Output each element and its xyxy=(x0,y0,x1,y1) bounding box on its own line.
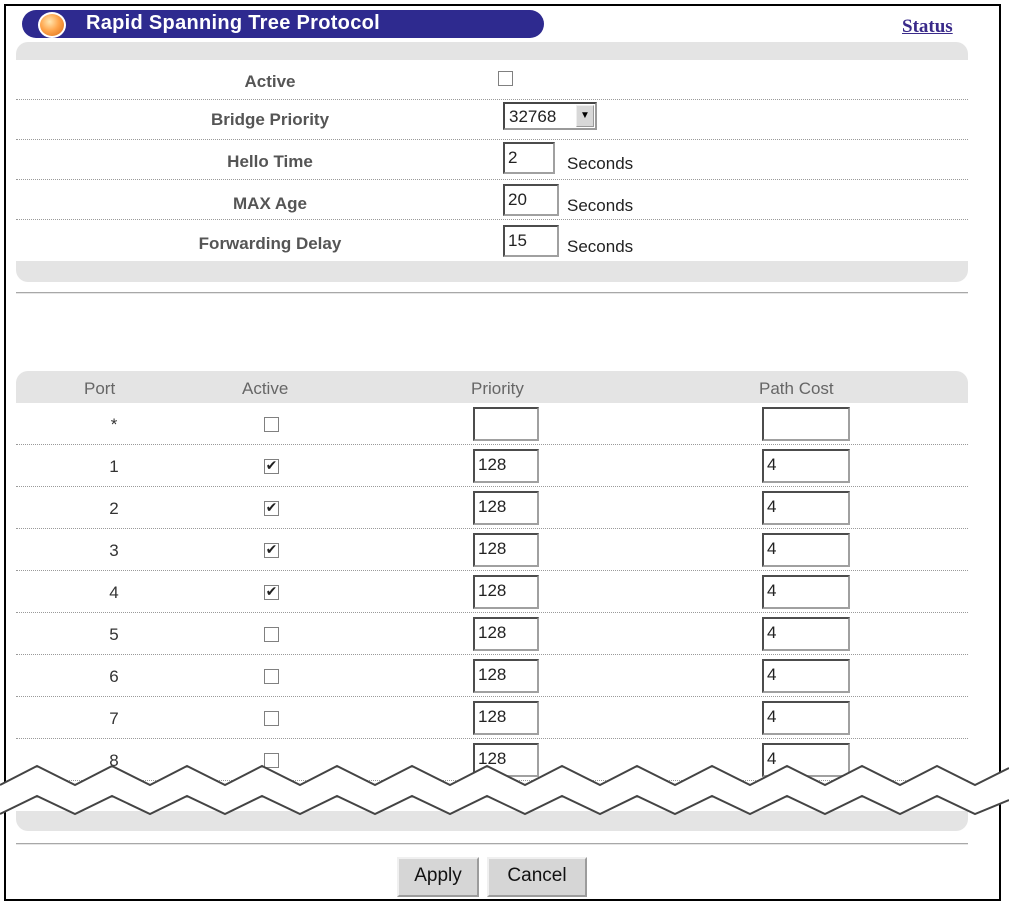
orange-ball-icon xyxy=(38,12,66,38)
port-priority-input[interactable]: 128 xyxy=(473,449,539,483)
bridge-priority-value: 32768 xyxy=(509,107,557,126)
port-number: 3 xyxy=(109,541,119,560)
dropdown-arrow-icon[interactable]: ▼ xyxy=(576,105,594,127)
port-active-checkbox[interactable] xyxy=(264,417,279,432)
port-number: 4 xyxy=(109,583,119,602)
forwarding-delay-label: Forwarding Delay xyxy=(198,234,342,253)
port-active-checkbox[interactable]: ✔ xyxy=(264,501,279,516)
port-path-cost-input[interactable]: 4 xyxy=(762,533,850,567)
table-row: 5 128 4 xyxy=(16,613,968,655)
settings-panel: Active Bridge Priority 32768 ▼ Hello Tim… xyxy=(16,42,968,282)
port-active-checkbox[interactable] xyxy=(264,627,279,642)
port-priority-input[interactable]: 128 xyxy=(473,491,539,525)
table-row: 7 128 4 xyxy=(16,697,968,739)
bridge-priority-label: Bridge Priority xyxy=(210,110,330,129)
page-title: Rapid Spanning Tree Protocol xyxy=(86,12,380,34)
max-age-label: MAX Age xyxy=(233,194,307,213)
settings-panel-body: Active Bridge Priority 32768 ▼ Hello Tim… xyxy=(16,60,968,261)
port-column-header: Port xyxy=(84,379,116,398)
status-link[interactable]: Status xyxy=(902,16,953,38)
priority-column-header: Priority xyxy=(471,379,524,398)
checkmark-icon: ✔ xyxy=(265,584,278,600)
port-path-cost-input[interactable]: 4 xyxy=(762,575,850,609)
checkmark-icon: ✔ xyxy=(265,542,278,558)
forwarding-delay-unit: Seconds xyxy=(567,237,634,256)
page-title-bar: Rapid Spanning Tree Protocol xyxy=(22,10,544,38)
hello-time-unit: Seconds xyxy=(567,154,634,173)
hello-time-label: Hello Time xyxy=(227,152,313,171)
path-cost-column-header: Path Cost xyxy=(759,379,834,398)
port-number: 5 xyxy=(109,625,119,644)
port-path-cost-input[interactable]: 4 xyxy=(762,491,850,525)
port-priority-input[interactable]: 128 xyxy=(473,533,539,567)
table-row: 1 ✔ 128 4 xyxy=(16,445,968,487)
apply-button[interactable]: Apply xyxy=(397,857,479,897)
bridge-priority-select[interactable]: 32768 ▼ xyxy=(503,102,597,130)
port-priority-input[interactable] xyxy=(473,407,539,441)
page-break-zigzag xyxy=(0,764,1009,816)
setting-row-max-age: MAX Age 20 Seconds xyxy=(16,180,968,220)
active-column-header: Active xyxy=(242,379,289,398)
max-age-input[interactable]: 20 xyxy=(503,184,559,216)
max-age-unit: Seconds xyxy=(567,196,634,215)
table-row: 3 ✔ 128 4 xyxy=(16,529,968,571)
port-path-cost-input[interactable] xyxy=(762,407,850,441)
checkmark-icon: ✔ xyxy=(265,458,278,474)
table-row: 4 ✔ 128 4 xyxy=(16,571,968,613)
cancel-button[interactable]: Cancel xyxy=(487,857,587,897)
table-row: 6 128 4 xyxy=(16,655,968,697)
port-priority-input[interactable]: 128 xyxy=(473,659,539,693)
port-priority-input[interactable]: 128 xyxy=(473,701,539,735)
port-number: * xyxy=(110,415,118,434)
checkmark-icon: ✔ xyxy=(265,500,278,516)
port-path-cost-input[interactable]: 4 xyxy=(762,659,850,693)
port-path-cost-input[interactable]: 4 xyxy=(762,449,850,483)
port-active-checkbox[interactable] xyxy=(264,711,279,726)
port-active-checkbox[interactable] xyxy=(264,669,279,684)
port-path-cost-input[interactable]: 4 xyxy=(762,617,850,651)
setting-row-hello-time: Hello Time 2 Seconds xyxy=(16,140,968,180)
port-number: 1 xyxy=(109,457,119,476)
active-label: Active xyxy=(244,72,296,91)
table-row: 2 ✔ 128 4 xyxy=(16,487,968,529)
hello-time-input[interactable]: 2 xyxy=(503,142,555,174)
setting-row-bridge-priority: Bridge Priority 32768 ▼ xyxy=(16,100,968,140)
forwarding-delay-input[interactable]: 15 xyxy=(503,225,559,257)
port-priority-input[interactable]: 128 xyxy=(473,617,539,651)
footer-divider xyxy=(16,843,968,845)
port-active-checkbox[interactable]: ✔ xyxy=(264,585,279,600)
port-number: 7 xyxy=(109,709,119,728)
port-active-checkbox[interactable]: ✔ xyxy=(264,459,279,474)
setting-row-active: Active xyxy=(16,60,968,100)
port-number: 6 xyxy=(109,667,119,686)
table-row: * xyxy=(16,403,968,445)
active-checkbox[interactable] xyxy=(498,71,513,86)
divider xyxy=(16,292,968,294)
port-number: 2 xyxy=(109,499,119,518)
port-priority-input[interactable]: 128 xyxy=(473,575,539,609)
port-path-cost-input[interactable]: 4 xyxy=(762,701,850,735)
setting-row-forwarding-delay: Forwarding Delay 15 Seconds xyxy=(16,220,968,260)
port-active-checkbox[interactable]: ✔ xyxy=(264,543,279,558)
